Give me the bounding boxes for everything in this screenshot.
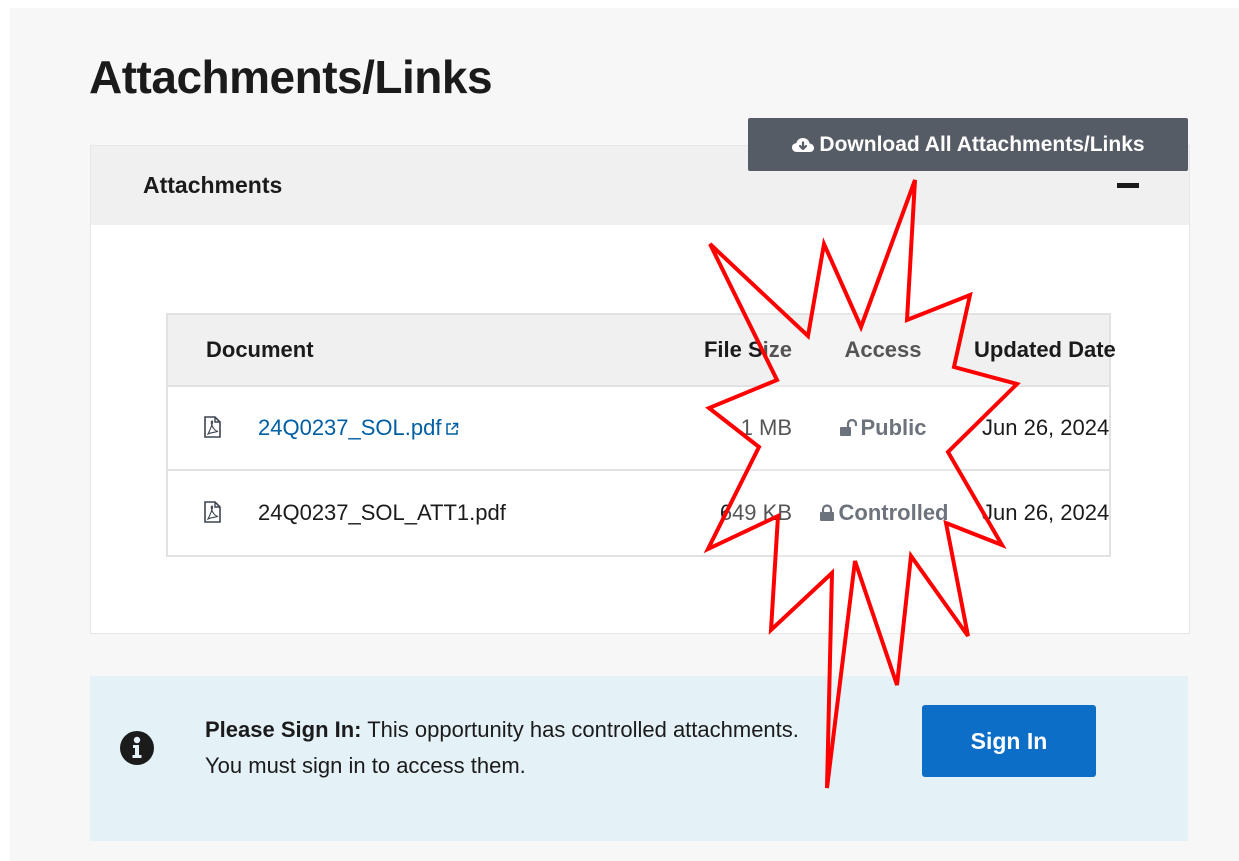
accordion-title: Attachments (143, 172, 283, 198)
file-size-cell: 649 KB (586, 469, 792, 556)
attachments-table: Document File Size Access Updated Date 2… (166, 313, 1116, 557)
page-title: Attachments/Links (89, 51, 493, 103)
column-header-file-size[interactable]: File Size (586, 314, 792, 386)
document-cell: 24Q0237_SOL_ATT1.pdf (167, 469, 586, 556)
alert-line-2: You must sign in to access them. (205, 753, 526, 778)
download-all-button[interactable]: Download All Attachments/Links (748, 118, 1188, 171)
unlock-icon (840, 419, 858, 436)
sign-in-alert: Please Sign In: This opportunity has con… (90, 676, 1188, 841)
access-cell: Controlled (792, 469, 974, 556)
column-header-updated-date[interactable]: Updated Date (974, 314, 1116, 386)
attachments-accordion: Attachments Document File Size Access Up… (90, 145, 1190, 634)
alert-line-1: This opportunity has controlled attachme… (361, 717, 799, 742)
access-cell: Public (792, 385, 974, 470)
file-size-cell: 1 MB (586, 385, 792, 470)
download-all-label: Download All Attachments/Links (819, 132, 1145, 156)
column-header-access[interactable]: Access (792, 314, 974, 386)
external-link-icon (446, 422, 459, 435)
updated-date-cell: Jun 26, 2024 (974, 385, 1110, 470)
document-cell: 24Q0237_SOL.pdf (167, 385, 586, 470)
minus-icon[interactable] (1117, 183, 1139, 188)
sign-in-button[interactable]: Sign In (922, 705, 1096, 777)
table-header-row: Document File Size Access Updated Date (167, 314, 1116, 386)
document-link[interactable]: 24Q0237_SOL.pdf (258, 415, 441, 440)
alert-message: Please Sign In: This opportunity has con… (205, 712, 905, 784)
pdf-file-icon (204, 501, 221, 523)
document-name: 24Q0237_SOL_ATT1.pdf (258, 500, 506, 525)
alert-heading: Please Sign In: (205, 717, 362, 742)
pdf-file-icon (204, 416, 221, 438)
cloud-download-icon (792, 137, 815, 152)
lock-icon (819, 504, 834, 521)
info-icon (120, 731, 154, 765)
column-header-document[interactable]: Document (167, 314, 586, 386)
access-label: Public (860, 415, 927, 440)
access-label: Controlled (838, 500, 949, 525)
table-row: 24Q0237_SOL_ATT1.pdf 649 KB Controlled J… (167, 469, 1110, 556)
updated-date-cell: Jun 26, 2024 (974, 469, 1110, 556)
table-row: 24Q0237_SOL.pdf 1 MB Public Jun 26, 2024 (167, 385, 1110, 470)
